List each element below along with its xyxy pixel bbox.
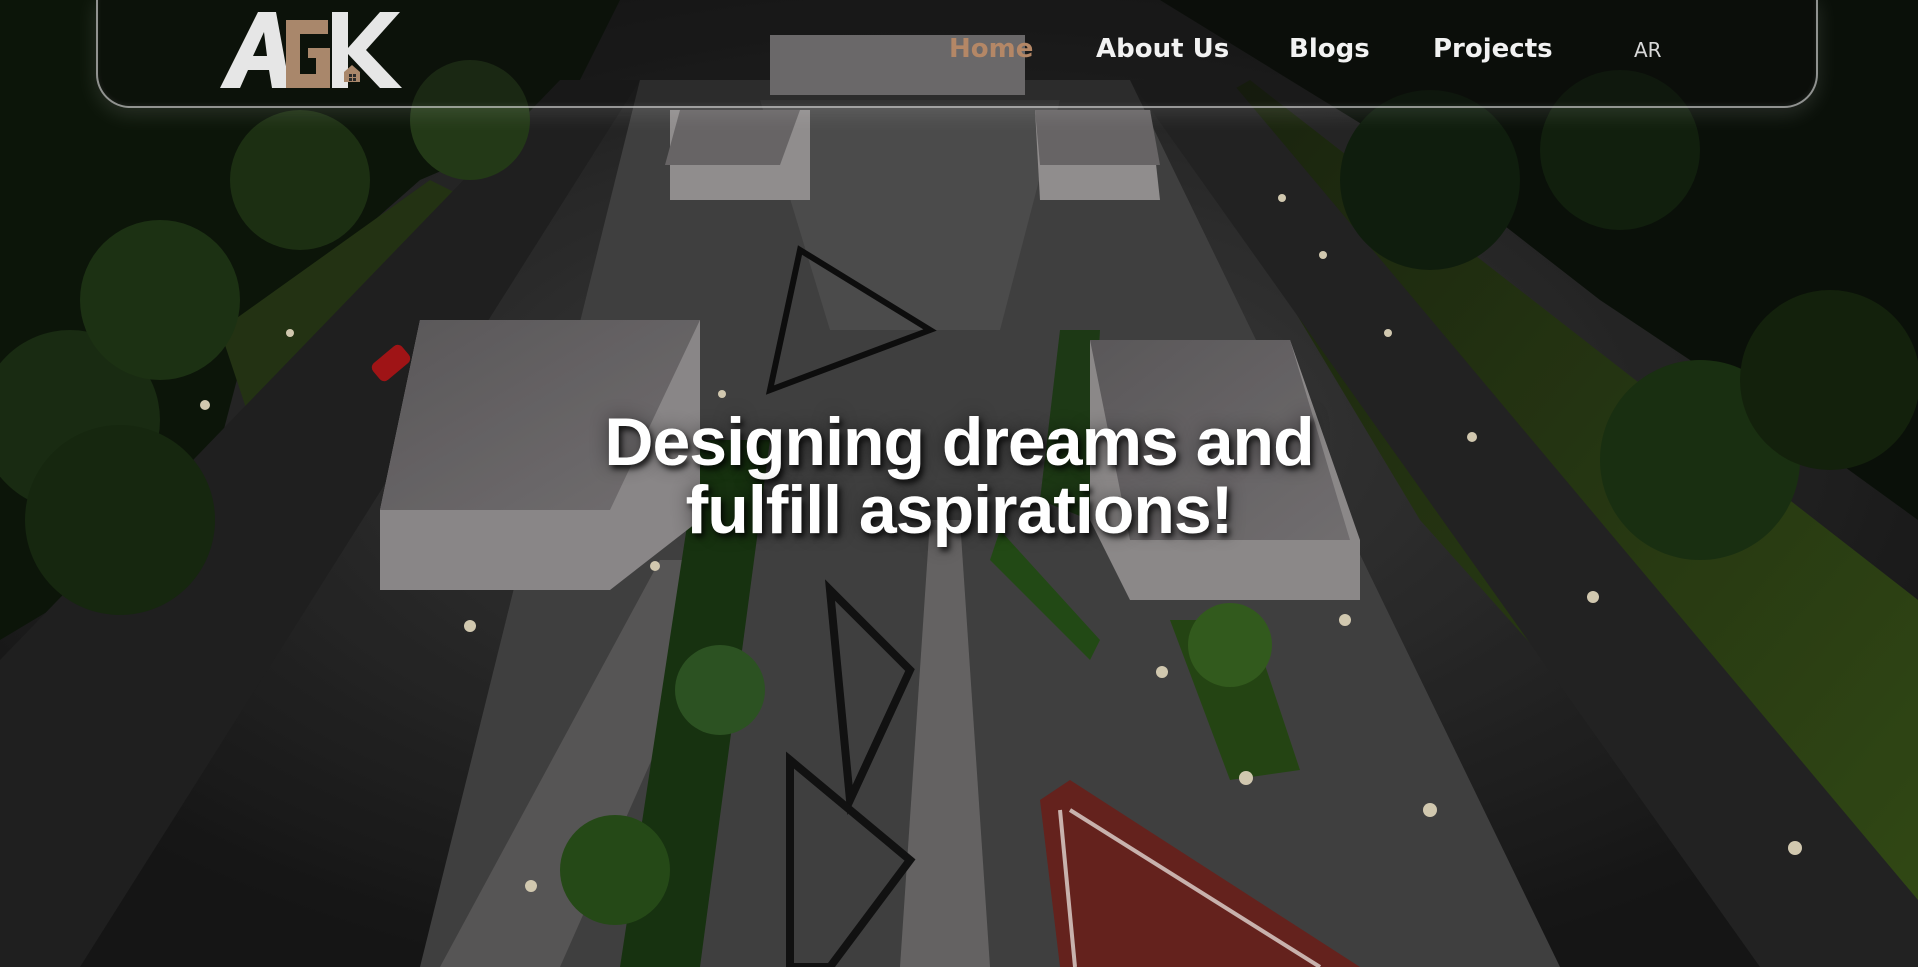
hero-heading-line-2: fulfill aspirations! (685, 472, 1234, 548)
top-navigation-bar: Home About Us Blogs Projects AR (96, 0, 1818, 108)
nav-link-about-us[interactable]: About Us (1096, 34, 1229, 64)
nav-links: Home About Us Blogs Projects AR (98, 0, 1816, 104)
nav-link-blogs[interactable]: Blogs (1289, 34, 1370, 64)
language-switch-button[interactable]: AR (1634, 38, 1662, 62)
landing-page: Home About Us Blogs Projects AR Designin… (0, 0, 1918, 967)
nav-link-home[interactable]: Home (949, 34, 1033, 64)
hero-heading: Designing dreams and fulfill aspirations… (0, 408, 1918, 544)
nav-link-projects[interactable]: Projects (1433, 34, 1553, 64)
hero-heading-line-1: Designing dreams and (604, 404, 1314, 480)
